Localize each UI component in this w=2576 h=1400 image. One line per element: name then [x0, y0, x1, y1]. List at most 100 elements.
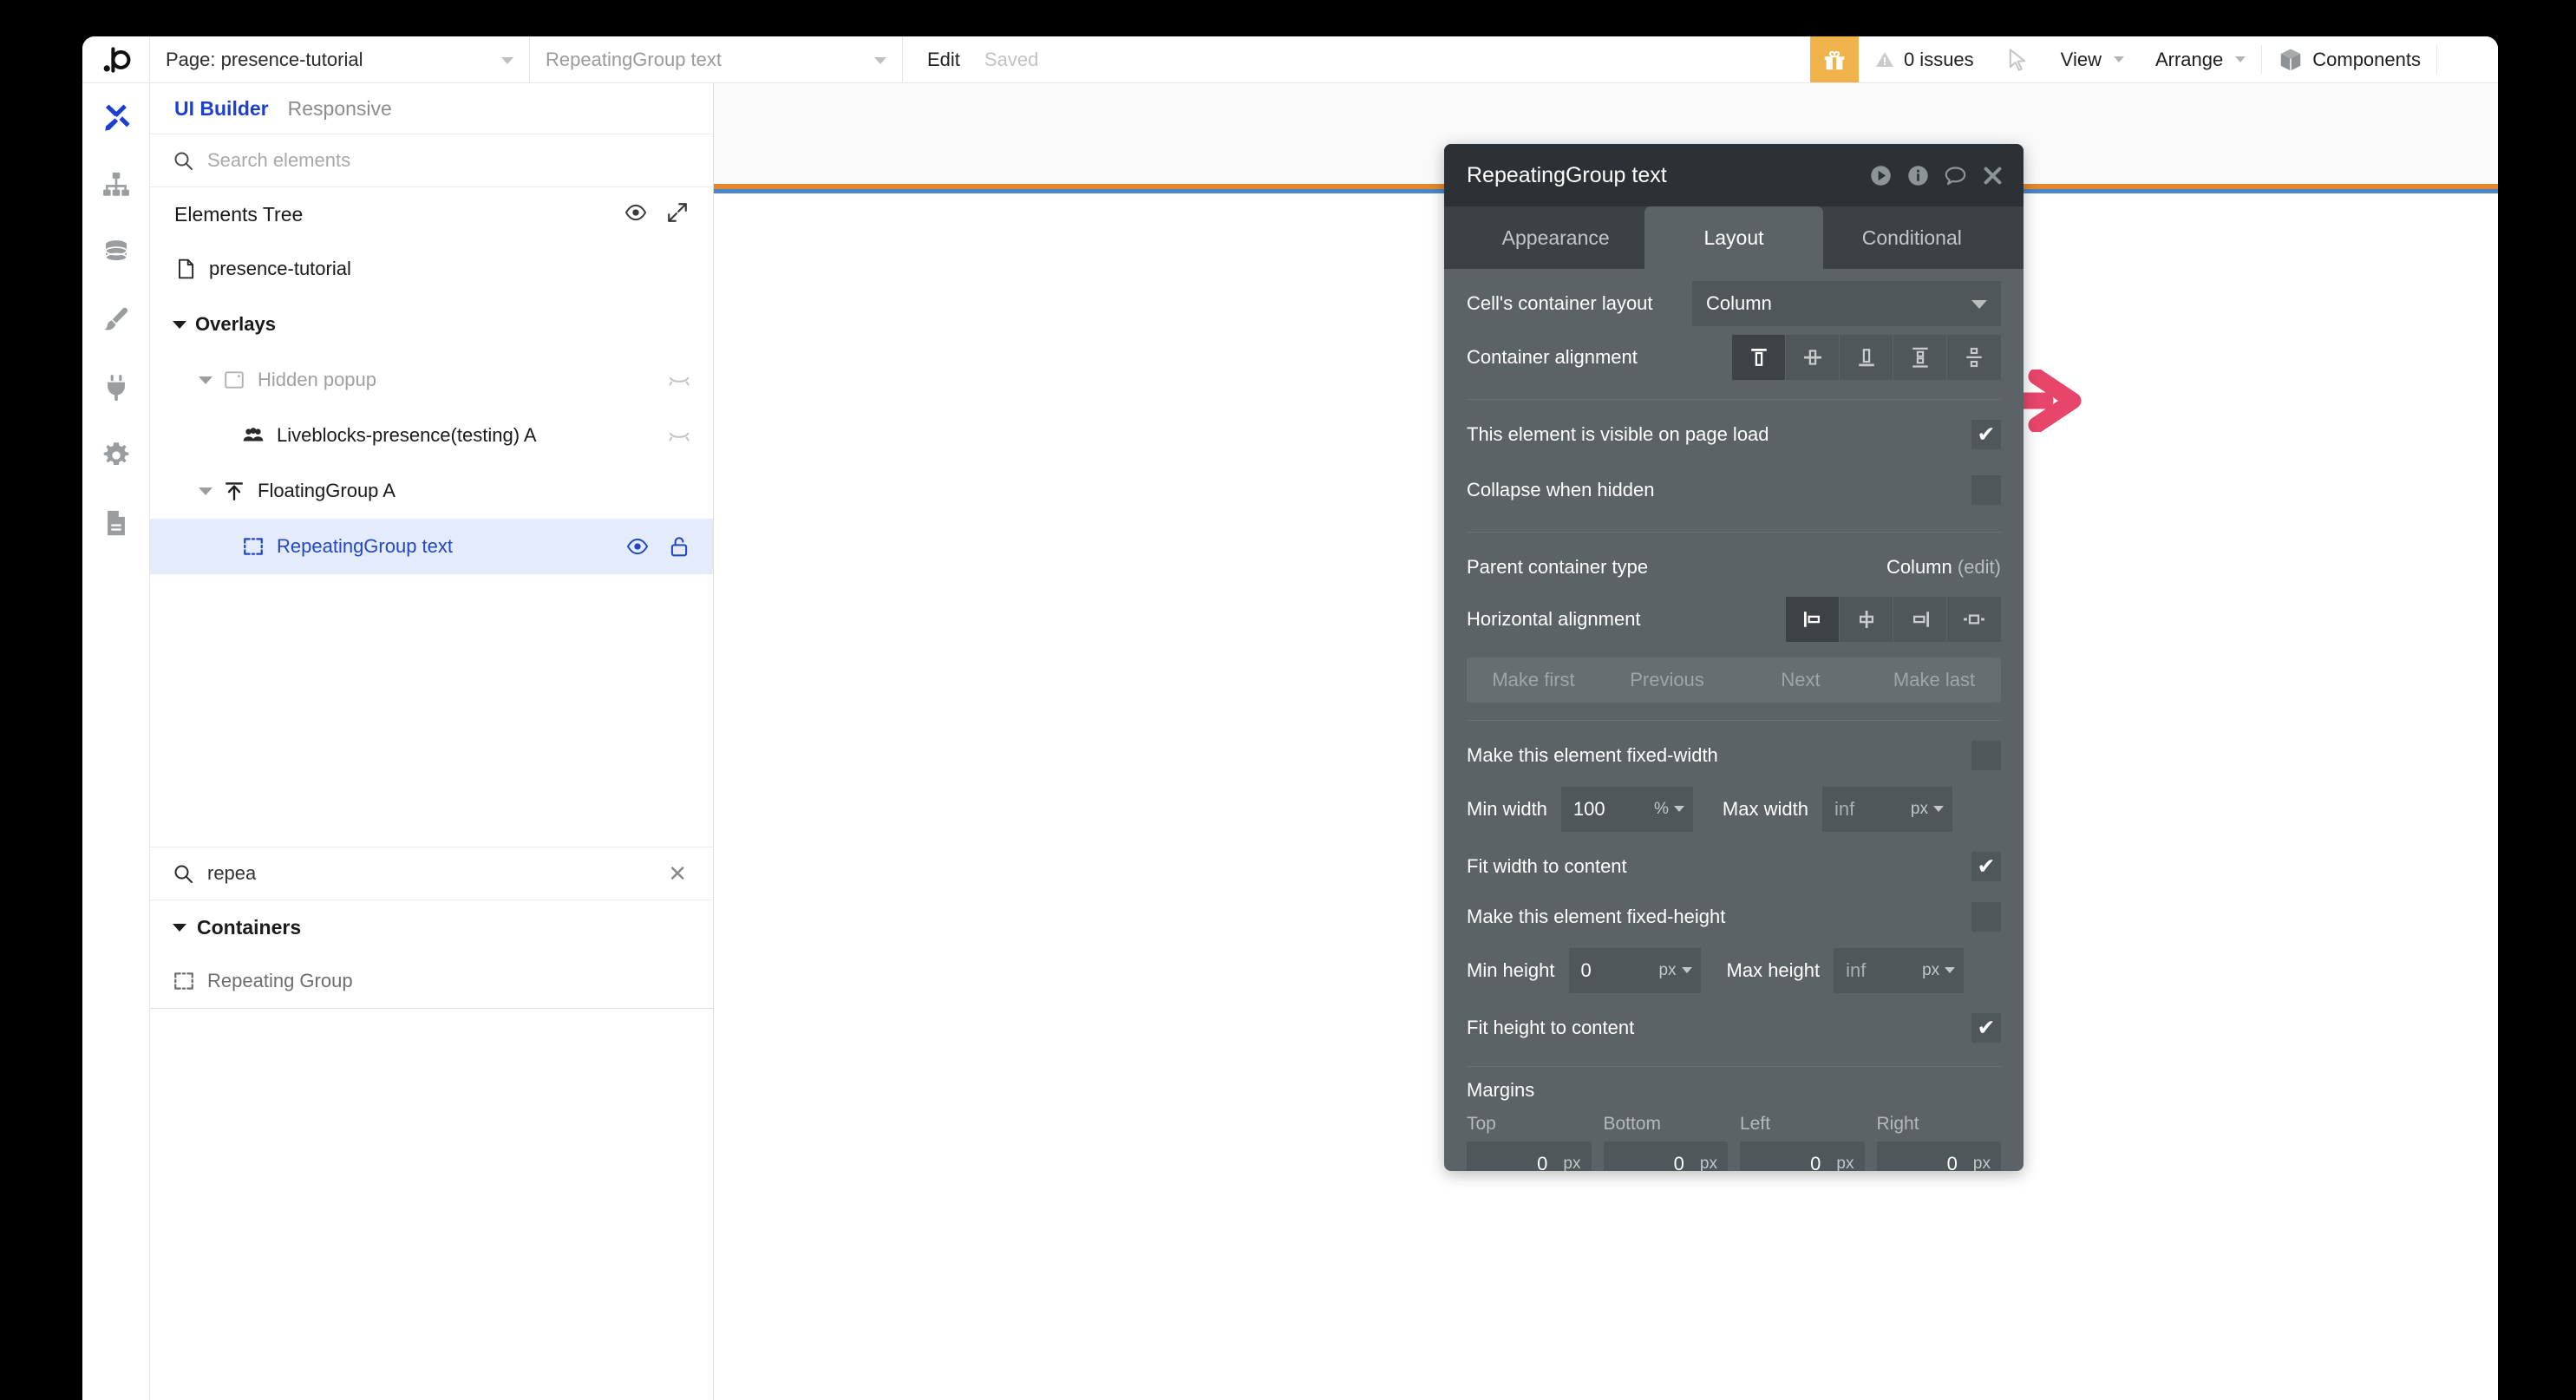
fixed-width-checkbox[interactable] [1971, 741, 2001, 770]
close-icon[interactable] [1981, 164, 2004, 187]
fit-height-checkbox[interactable] [1971, 1013, 2001, 1043]
min-width-unit[interactable]: % [1645, 800, 1684, 819]
margin-top-input[interactable]: 0 px [1467, 1142, 1592, 1171]
max-height-input[interactable]: inf px [1834, 948, 1965, 993]
margin-right-unit: px [1972, 1155, 1991, 1171]
clear-x-icon[interactable]: ✕ [664, 862, 690, 885]
play-icon[interactable] [1869, 164, 1893, 187]
sidebar-item-design[interactable] [82, 83, 149, 151]
palette-item-repeating-group[interactable]: Repeating Group [150, 954, 713, 1008]
info-icon[interactable] [1906, 164, 1930, 187]
max-width-label: Max width [1722, 798, 1808, 820]
palette-group-label: Containers [197, 915, 302, 939]
visible-on-page-load-checkbox[interactable] [1971, 420, 2001, 449]
tree-row-hidden-popup[interactable]: Hidden popup [150, 352, 713, 408]
row-container-alignment: Container alignment [1467, 335, 2001, 380]
sidebar-item-settings[interactable] [82, 422, 149, 489]
align-bottom-button[interactable] [1840, 335, 1893, 380]
eye-icon[interactable] [626, 535, 649, 558]
next-button[interactable]: Next [1734, 657, 1867, 703]
max-height-label: Max height [1726, 959, 1821, 981]
max-height-unit[interactable]: px [1913, 961, 1955, 980]
eye-slash-icon[interactable] [668, 424, 690, 447]
users-icon [240, 424, 266, 447]
divider-1 [1467, 399, 2001, 400]
collapse-when-hidden-label: Collapse when hidden [1467, 479, 1655, 500]
margin-right-input[interactable]: 0 px [1876, 1142, 2001, 1171]
tree-row-floatinggroup-a[interactable]: FloatingGroup A [150, 463, 713, 519]
align-top-button[interactable] [1732, 335, 1786, 380]
max-width-input[interactable]: inf px [1821, 787, 1952, 832]
tab-conditional[interactable]: Conditional [1823, 206, 2001, 269]
tree-row-repeatinggroup-text[interactable]: RepeatingGroup text [150, 519, 713, 574]
tree-row-presence-tutorial[interactable]: presence-tutorial [150, 241, 713, 297]
expand-arrows-icon[interactable] [666, 201, 689, 228]
fixed-height-checkbox[interactable] [1971, 902, 2001, 932]
property-panel-title: RepeatingGroup text [1467, 162, 1667, 187]
order-button-bar: Make first Previous Next Make last [1467, 657, 2001, 703]
make-last-button[interactable]: Make last [1867, 657, 2001, 703]
align-space-between-button[interactable] [1893, 335, 1947, 380]
page-selector-label: Page: presence-tutorial [166, 48, 363, 70]
tab-responsive[interactable]: Responsive [288, 97, 392, 121]
edit-mode-label[interactable]: Edit [927, 49, 960, 71]
make-first-button[interactable]: Make first [1467, 657, 1600, 703]
margin-bottom-unit: px [1699, 1155, 1717, 1171]
min-height-input[interactable]: 0 px [1568, 948, 1701, 993]
row-height-limits: Min height 0 px Max height inf px [1467, 948, 2001, 993]
element-selector[interactable]: RepeatingGroup text [530, 36, 903, 82]
comment-icon[interactable] [1944, 164, 1967, 187]
cell-container-layout-select[interactable]: Column [1692, 281, 2001, 326]
chevron-down-icon[interactable] [199, 376, 212, 384]
issues-button[interactable]: 0 issues [1859, 36, 1990, 82]
popup-icon [221, 369, 247, 391]
align-space-around-button[interactable] [1947, 335, 2001, 380]
min-height-unit[interactable]: px [1650, 961, 1691, 980]
parent-container-type-value-group: Column (edit) [1886, 556, 2001, 579]
row-fixed-width: Make this element fixed-width [1467, 733, 2001, 778]
sidebar-item-styles[interactable] [82, 286, 149, 354]
page-selector[interactable]: Page: presence-tutorial [150, 36, 530, 82]
max-width-unit[interactable]: px [1902, 800, 1944, 819]
unlock-icon[interactable] [668, 535, 690, 558]
property-panel-body: Cell's container layout Column Container… [1444, 281, 2024, 1171]
margin-left-input[interactable]: 0 px [1740, 1142, 1865, 1171]
parent-container-edit-link[interactable]: (edit) [1958, 556, 2001, 578]
bubble-logo-icon[interactable] [82, 36, 150, 82]
components-button[interactable]: Components [2262, 36, 2436, 82]
chevron-down-icon[interactable] [173, 320, 186, 329]
sidebar-item-plugins[interactable] [82, 354, 149, 422]
align-center-button[interactable] [1786, 335, 1840, 380]
sidebar-item-logs[interactable] [82, 489, 149, 557]
palette-search-input[interactable] [207, 862, 651, 885]
gift-button[interactable] [1809, 36, 1859, 82]
tab-appearance[interactable]: Appearance [1467, 206, 1644, 269]
tree-row-liveblocks-presence[interactable]: Liveblocks-presence(testing) A [150, 408, 713, 463]
h-align-spread-button[interactable] [1947, 597, 2001, 642]
palette-group-containers[interactable]: Containers [150, 900, 713, 954]
eye-icon[interactable] [624, 201, 647, 228]
fit-width-checkbox[interactable] [1971, 852, 2001, 881]
search-input[interactable] [207, 149, 690, 172]
chevron-down-icon[interactable] [199, 487, 212, 495]
min-width-input[interactable]: 100 % [1560, 787, 1693, 832]
tab-ui-builder[interactable]: UI Builder [174, 97, 269, 121]
cursor-tool-button[interactable] [1990, 36, 2045, 82]
tab-layout[interactable]: Layout [1644, 206, 1823, 269]
arrange-menu[interactable]: Arrange [2140, 36, 2261, 82]
close-icon-glyph [1984, 167, 2002, 184]
eye-slash-icon[interactable] [668, 369, 690, 391]
h-align-right-button[interactable] [1893, 597, 1947, 642]
chevron-down-icon [1971, 300, 1987, 309]
sidebar-item-data[interactable] [82, 219, 149, 286]
users-icon-glyph [243, 428, 264, 442]
margin-bottom-input[interactable]: 0 px [1603, 1142, 1728, 1171]
previous-button[interactable]: Previous [1600, 657, 1734, 703]
tree-row-label: FloatingGroup A [258, 480, 396, 501]
h-align-left-button[interactable] [1786, 597, 1840, 642]
tree-row-overlays[interactable]: Overlays [150, 297, 713, 352]
view-menu[interactable]: View [2045, 36, 2140, 82]
sidebar-item-workflow[interactable] [82, 151, 149, 219]
h-align-center-button[interactable] [1840, 597, 1893, 642]
collapse-when-hidden-checkbox[interactable] [1971, 475, 2001, 505]
